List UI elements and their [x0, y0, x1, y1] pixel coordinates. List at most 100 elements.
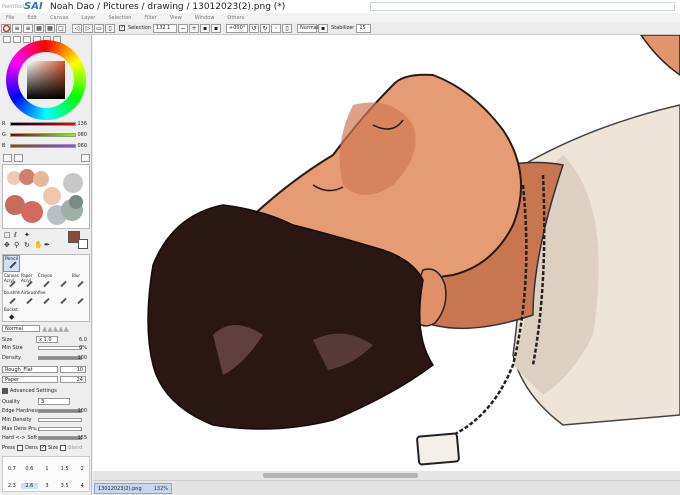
zoom-out-button[interactable]: −	[178, 23, 189, 33]
advanced-settings-row[interactable]: Advanced Settings	[2, 388, 90, 394]
size-preset[interactable]: 1.5	[56, 466, 74, 472]
zoom-in-button[interactable]: +	[189, 23, 200, 33]
menu-view[interactable]: View	[170, 15, 182, 21]
menu-layer[interactable]: Layer	[81, 15, 95, 21]
title-search-box[interactable]	[370, 2, 675, 11]
paper-select[interactable]: Paper	[2, 376, 58, 383]
density-slider[interactable]	[38, 356, 82, 360]
magic-wand-icon[interactable]: ✦	[24, 231, 30, 239]
scrollbar-thumb[interactable]	[263, 473, 418, 478]
rotate-right-button[interactable]: ↻	[260, 23, 271, 33]
invert-selection-button[interactable]: ▯	[105, 23, 115, 33]
menu-edit[interactable]: Edit	[27, 15, 37, 21]
drawing-canvas[interactable]	[93, 35, 680, 471]
brush-blend-select[interactable]: Normal	[2, 325, 40, 332]
scratchpad[interactable]	[2, 164, 90, 229]
size-preset[interactable]: 3.5	[56, 483, 74, 489]
size-preset[interactable]: 2.3	[3, 483, 21, 489]
menu-selection[interactable]: Selection	[108, 15, 131, 21]
rotate-left-button[interactable]: ↺	[249, 23, 260, 33]
zoom-icon[interactable]: ⚲	[14, 241, 19, 249]
tool-brush-b[interactable]	[54, 289, 71, 306]
swatch-toggle-button[interactable]: ▦	[45, 23, 55, 33]
green-slider[interactable]	[10, 133, 76, 137]
palette-add-button[interactable]	[3, 154, 12, 162]
menu-window[interactable]: Window	[195, 15, 215, 21]
blend-checkbox[interactable]	[60, 445, 67, 451]
size-preset[interactable]: 2	[73, 466, 91, 472]
blue-slider[interactable]	[10, 144, 76, 148]
hand-icon[interactable]: ✋	[34, 241, 43, 249]
swatch-blob[interactable]	[63, 173, 83, 193]
texture-select[interactable]: Rough_Flat	[2, 366, 58, 373]
dens-checkbox[interactable]	[17, 445, 24, 451]
document-tab[interactable]: 13012023(2).png 132%	[94, 483, 172, 494]
max-dens-prs-slider[interactable]	[38, 427, 82, 431]
size-multiplier-select[interactable]: x 1.0	[36, 336, 58, 343]
color-wheel-toggle-button[interactable]	[1, 23, 11, 33]
selection-checkbox[interactable]: ✓	[119, 25, 125, 31]
menu-others[interactable]: Others	[227, 15, 244, 21]
size-preset-selected[interactable]: 2.6	[20, 483, 39, 489]
menu-filter[interactable]: Filter	[144, 15, 156, 21]
undo-button[interactable]: ◁	[72, 23, 82, 33]
swatch-blob[interactable]	[21, 201, 43, 223]
swatch-blob[interactable]	[43, 187, 61, 205]
redo-button[interactable]: ▷	[83, 23, 93, 33]
scratchpad-toggle-button[interactable]: □	[56, 23, 66, 33]
size-preset[interactable]: 0.6	[21, 466, 39, 472]
size-preset[interactable]: 1	[38, 466, 56, 472]
min-density-slider[interactable]	[38, 418, 82, 422]
menu-file[interactable]: File	[6, 15, 14, 21]
blend-mode-select[interactable]: Normal	[297, 23, 318, 33]
eyedropper-icon[interactable]: ✒	[44, 241, 50, 249]
tool-pencil[interactable]: Pencil	[3, 255, 20, 272]
tool-canvas[interactable]: Canvas Acryl	[3, 272, 20, 289]
stabilizer-select[interactable]: 15	[356, 23, 372, 33]
hard-soft-slider[interactable]	[38, 436, 82, 440]
red-slider[interactable]	[10, 122, 76, 126]
tool-brush-c[interactable]	[71, 289, 89, 306]
deselect-button[interactable]: ▭	[94, 23, 104, 33]
size-preset[interactable]: 3	[38, 483, 56, 489]
palette-remove-button[interactable]	[14, 154, 23, 162]
saturation-value-square[interactable]	[27, 61, 65, 99]
select-rect-icon[interactable]: □	[4, 231, 11, 239]
palette-menu-button[interactable]	[81, 154, 90, 162]
paper-strength[interactable]: 24	[60, 376, 86, 383]
tool-blur[interactable]: Blur	[71, 272, 89, 289]
rgb-tab[interactable]	[13, 36, 21, 43]
size-preset[interactable]: 0.7	[3, 466, 21, 472]
rotation-select[interactable]: +000°	[226, 23, 249, 33]
tool-paper[interactable]: Paper Acryl	[20, 272, 37, 289]
move-icon[interactable]: ✥	[4, 241, 10, 249]
edge-hardness-slider[interactable]	[38, 409, 82, 413]
brush-shape-icons[interactable]: ▲▲▲▲▲	[42, 325, 69, 333]
min-size-slider[interactable]	[38, 346, 82, 350]
rgb-slider-toggle-button[interactable]: ≡	[12, 23, 22, 33]
quality-select[interactable]: 3	[38, 398, 70, 405]
tool-bucket[interactable]: Bucket ◆	[3, 306, 20, 322]
color-wheel[interactable]	[6, 40, 86, 120]
palette-toggle-button[interactable]: ▦	[34, 23, 44, 33]
layer-option-button[interactable]: ▪	[318, 23, 329, 33]
zoom-reset-button[interactable]: ▪	[200, 23, 211, 33]
tool-fine[interactable]: fine	[37, 289, 54, 306]
texture-strength[interactable]: 10	[60, 366, 86, 373]
size-preset[interactable]: 4	[73, 483, 91, 489]
rotate-reset-button[interactable]: ◦	[271, 23, 282, 33]
zoom-select[interactable]: 132.1	[153, 23, 178, 33]
tool-airbrush[interactable]: Airbrush	[20, 289, 38, 306]
zoom-fit-button[interactable]: ▪	[211, 23, 222, 33]
swatch-blob[interactable]	[69, 195, 83, 209]
tool-brushhh[interactable]: brushhh	[3, 289, 20, 306]
menu-canvas[interactable]: Canvas	[50, 15, 68, 21]
rotate-icon[interactable]: ↻	[24, 241, 30, 249]
size-checkbox[interactable]: ✓	[39, 445, 46, 451]
hsv-slider-toggle-button[interactable]: ≡	[23, 23, 33, 33]
lasso-icon[interactable]: ℓ	[14, 231, 17, 239]
background-color-swatch[interactable]	[78, 239, 88, 249]
color-wheel-tab[interactable]	[3, 36, 11, 43]
flip-button[interactable]: ▯	[282, 23, 293, 33]
tool-brush-a[interactable]	[54, 272, 71, 289]
